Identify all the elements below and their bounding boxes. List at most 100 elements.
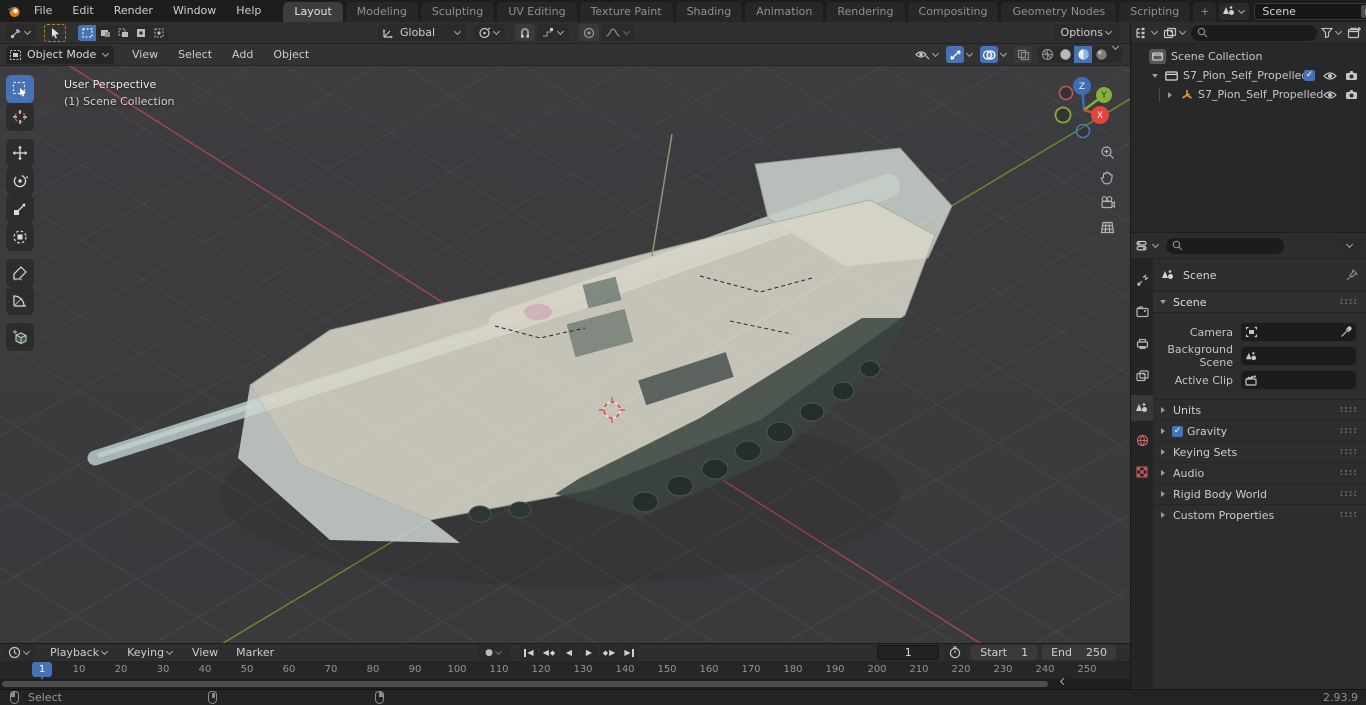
workspace-tab[interactable]: + <box>1193 2 1217 22</box>
timeline-scrollbar[interactable] <box>2 681 1048 687</box>
new-collection-button[interactable] <box>1347 26 1362 39</box>
scene-section-header[interactable]: Scene :::: <box>1153 291 1366 313</box>
workspace-tab[interactable]: Geometry Nodes <box>1001 2 1117 22</box>
tab-tool-properties[interactable] <box>1131 267 1153 293</box>
panel-keying-sets[interactable]: Keying Sets :::: <box>1153 441 1366 462</box>
previous-keyframe-button[interactable]: ◀ ◆ <box>540 645 558 660</box>
tab-view-layer-properties[interactable] <box>1131 363 1153 389</box>
workspace-tab[interactable]: Shading <box>675 2 743 22</box>
properties-filter-dropdown[interactable] <box>1337 237 1361 254</box>
shading-solid-button[interactable] <box>1056 46 1074 63</box>
workspace-tab[interactable]: Modeling <box>345 2 418 22</box>
tool-scale[interactable] <box>6 195 34 223</box>
end-frame-field[interactable]: End 250 <box>1042 645 1116 660</box>
viewport-menu-item[interactable]: Add <box>222 45 263 65</box>
camera-view-icon[interactable] <box>1094 190 1120 215</box>
tab-scene-properties[interactable] <box>1131 395 1153 421</box>
proportional-falloff-dropdown[interactable] <box>601 24 635 41</box>
workspace-tab[interactable]: Texture Paint <box>579 2 673 22</box>
shading-wireframe-button[interactable] <box>1038 46 1056 63</box>
shading-rendered-button[interactable] <box>1092 46 1110 63</box>
tool-annotate[interactable] <box>6 259 34 287</box>
background-scene-field[interactable] <box>1241 347 1356 365</box>
auto-keying-button[interactable]: ● <box>478 645 510 660</box>
outliner-search-input[interactable] <box>1191 24 1317 41</box>
scene-copy-button[interactable] <box>1361 4 1366 18</box>
tab-output-properties[interactable] <box>1131 331 1153 357</box>
drag-grip-icon[interactable]: :::: <box>1340 426 1358 436</box>
3d-viewport[interactable]: User Perspective (1) Scene Collection Z … <box>0 66 1130 643</box>
tab-texture-properties[interactable] <box>1131 459 1153 485</box>
tool-cursor[interactable] <box>6 103 34 131</box>
panel-units[interactable]: Units :::: <box>1153 399 1366 420</box>
select-mode-set[interactable] <box>78 24 96 41</box>
pin-icon[interactable] <box>1346 269 1358 281</box>
workspace-tab[interactable]: Animation <box>745 2 824 22</box>
tool-transform[interactable] <box>6 223 34 251</box>
snap-toggle-button[interactable] <box>515 24 535 41</box>
tab-world-properties[interactable] <box>1131 427 1153 453</box>
timeline-ruler[interactable]: 10 20 30 40 50 60 70 80 90 100 110 120 130 140 150 160 1… <box>0 661 1130 679</box>
timeline-menu-item[interactable]: Playback <box>41 645 118 661</box>
render-camera-icon[interactable] <box>1345 89 1358 100</box>
properties-editor-type-button[interactable] <box>1136 240 1160 252</box>
select-mode-invert[interactable] <box>132 24 150 41</box>
overlays-toggle[interactable] <box>980 46 998 63</box>
topbar-menu-item[interactable]: Window <box>163 1 226 21</box>
scene-browse-button[interactable] <box>1219 2 1250 20</box>
workspace-tab[interactable]: Sculpting <box>420 2 495 22</box>
current-frame-field[interactable]: 1 <box>877 645 940 660</box>
tab-render-properties[interactable] <box>1131 299 1153 325</box>
timeline-editor-type-button[interactable] <box>4 644 35 661</box>
tool-rotate[interactable] <box>6 167 34 195</box>
viewport-menu-item[interactable]: Object <box>263 45 319 65</box>
outliner-display-mode-button[interactable] <box>1163 27 1187 39</box>
start-frame-field[interactable]: Start 1 <box>971 645 1038 660</box>
zoom-icon[interactable] <box>1094 140 1120 165</box>
proportional-editing-button[interactable] <box>579 24 599 41</box>
panel-audio[interactable]: Audio :::: <box>1153 462 1366 483</box>
select-mode-subtract[interactable] <box>114 24 132 41</box>
camera-field[interactable] <box>1241 323 1356 341</box>
panel-gravity[interactable]: ✓ Gravity :::: <box>1153 420 1366 441</box>
viewport-menu-item[interactable]: View <box>122 45 168 65</box>
disclosure-triangle-icon[interactable] <box>1152 73 1158 78</box>
workspace-tab[interactable]: Rendering <box>826 2 905 22</box>
tool-measure[interactable] <box>6 287 34 315</box>
playhead[interactable]: 1 <box>32 662 52 677</box>
active-tool-button[interactable] <box>44 23 66 42</box>
disclosure-triangle-icon[interactable] <box>1168 91 1172 98</box>
navigation-gizmo[interactable]: Z Y X <box>1046 74 1126 146</box>
timeline-menu-item[interactable]: Keying <box>118 645 183 661</box>
outliner-row-object[interactable]: S7_Pion_Self_Propelled_H <box>1131 85 1366 104</box>
gizmo-axis-negz[interactable] <box>1075 123 1091 139</box>
drag-grip-icon[interactable]: :::: <box>1340 510 1358 520</box>
render-camera-icon[interactable] <box>1345 70 1358 81</box>
use-preview-range-button[interactable] <box>944 644 967 661</box>
scene-name-field[interactable]: Scene <box>1254 2 1366 20</box>
drag-grip-icon[interactable]: :::: <box>1340 468 1358 478</box>
topbar-menu-item[interactable]: Help <box>226 1 271 21</box>
timeline-menu-item[interactable]: Marker <box>227 645 283 661</box>
workspace-tab[interactable]: UV Editing <box>497 2 577 22</box>
workspace-tab[interactable]: Compositing <box>907 2 999 22</box>
workspace-tab[interactable]: Scripting <box>1119 2 1191 22</box>
tool-select-box[interactable] <box>6 75 34 103</box>
snap-target-dropdown[interactable] <box>537 24 569 41</box>
tool-add-cube[interactable] <box>6 323 34 351</box>
jump-to-start-button[interactable]: ◀ <box>520 645 538 660</box>
pan-hand-icon[interactable] <box>1094 165 1120 190</box>
transform-orientation-dropdown[interactable]: Global <box>378 24 466 41</box>
collection-checkbox[interactable]: ✓ <box>1304 70 1315 81</box>
tool-move[interactable] <box>6 139 34 167</box>
gizmos-toggle[interactable] <box>946 46 964 63</box>
drag-grip-icon[interactable]: :::: <box>1340 447 1358 457</box>
gizmo-axis-negx[interactable] <box>1058 85 1074 101</box>
next-keyframe-button[interactable]: ◆ ▶ <box>600 645 618 660</box>
viewport-menu-item[interactable]: Select <box>168 45 222 65</box>
blender-logo-icon[interactable] <box>6 1 21 21</box>
play-button[interactable]: ▶ <box>580 645 598 660</box>
eyedropper-icon[interactable] <box>1340 326 1352 338</box>
properties-search-input[interactable] <box>1166 237 1284 254</box>
drag-grip-icon[interactable]: :::: <box>1340 297 1358 307</box>
